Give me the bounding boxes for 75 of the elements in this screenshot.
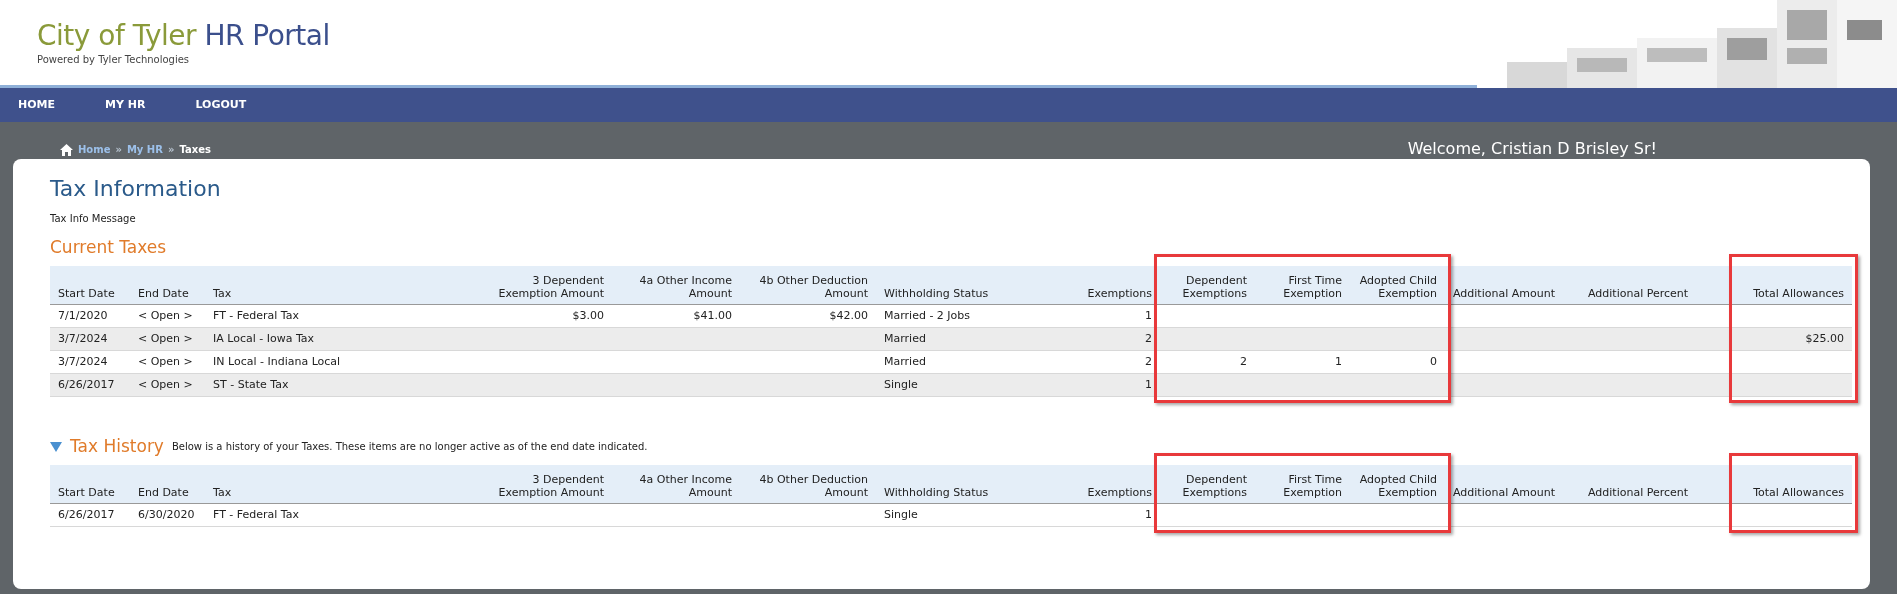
column-header: Adopted Child Exemption — [1358, 274, 1437, 300]
column-header: Exemptions — [1087, 486, 1152, 499]
page-title: Tax Information — [50, 175, 222, 203]
table-cell: ST - State Tax — [213, 377, 289, 391]
welcome-text: Welcome, Cristian D Brisley Sr! — [1407, 140, 1657, 158]
table-cell: IN Local - Indiana Local — [213, 354, 341, 368]
column-header: Dependent Exemptions — [1181, 473, 1247, 499]
column-header: 4b Other Deduction Amount — [758, 274, 868, 300]
column-header: Total Allowances — [1753, 287, 1844, 300]
table-cell: 2 — [1240, 354, 1247, 368]
column-header: First Time Exemption — [1282, 274, 1342, 300]
table-cell: 6/30/2020 — [138, 507, 195, 521]
column-header: First Time Exemption — [1282, 473, 1342, 499]
table-cell: < Open > — [138, 354, 193, 368]
table-cell: $42.00 — [829, 308, 868, 322]
column-header: Additional Amount — [1453, 287, 1555, 300]
table-cell: 2 — [1145, 331, 1152, 345]
breadcrumb-current: Taxes — [179, 143, 211, 157]
column-header: Withholding Status — [884, 486, 989, 499]
table-cell: < Open > — [138, 331, 193, 345]
table-cell: 3/7/2024 — [58, 331, 108, 345]
section-title: Current Taxes — [50, 236, 168, 258]
column-header: 4a Other Income Amount — [638, 473, 732, 499]
table-cell: 2 — [1145, 354, 1152, 368]
nav-link[interactable]: HOME — [18, 96, 56, 114]
table-cell: Married — [884, 331, 926, 345]
table-cell: 0 — [1430, 354, 1437, 368]
table-cell: 7/1/2020 — [58, 308, 108, 322]
table-cell: 1 — [1145, 377, 1152, 391]
nav-link[interactable]: LOGOUT — [195, 96, 247, 114]
table-cell: 1 — [1145, 308, 1152, 322]
table-cell: 1 — [1145, 507, 1152, 521]
table-cell: FT - Federal Tax — [213, 507, 300, 521]
column-header: Start Date — [58, 486, 115, 499]
column-header: 3 Dependent Exemption Amount — [497, 473, 604, 499]
column-header: Tax — [213, 486, 232, 499]
table-cell: 6/26/2017 — [58, 377, 115, 391]
column-header: 4a Other Income Amount — [638, 274, 732, 300]
column-header: Additional Percent — [1588, 486, 1689, 499]
column-header: Total Allowances — [1753, 486, 1844, 499]
table-cell: IA Local - Iowa Tax — [213, 331, 315, 345]
table-cell: FT - Federal Tax — [213, 308, 300, 322]
portal-subtitle: Powered by Tyler Technologies — [37, 53, 191, 67]
table-cell: 1 — [1335, 354, 1342, 368]
column-header: End Date — [138, 287, 189, 300]
table-cell: Single — [884, 377, 918, 391]
column-header: Adopted Child Exemption — [1358, 473, 1437, 499]
table-cell: 6/26/2017 — [58, 507, 115, 521]
table-cell: Single — [884, 507, 918, 521]
table-cell: $41.00 — [693, 308, 732, 322]
column-header: Tax — [213, 287, 232, 300]
info-message: Tax Info Message — [50, 212, 137, 226]
column-header: Start Date — [58, 287, 115, 300]
column-header: End Date — [138, 486, 189, 499]
table-cell: $3.00 — [572, 308, 604, 322]
nav-link[interactable]: MY HR — [105, 96, 146, 114]
column-header: Exemptions — [1087, 287, 1152, 300]
column-header: Dependent Exemptions — [1181, 274, 1247, 300]
collapse-icon[interactable] — [50, 442, 62, 452]
table-cell: Married — [884, 354, 926, 368]
breadcrumb-separator: » — [167, 143, 175, 157]
table-cell: 3/7/2024 — [58, 354, 108, 368]
table-cell: < Open > — [138, 308, 193, 322]
column-header: Additional Percent — [1588, 287, 1689, 300]
column-header: 4b Other Deduction Amount — [758, 473, 868, 499]
section-note: Below is a history of your Taxes. These items are no longer active as of the end date indicated. — [171, 440, 648, 454]
table-cell: < Open > — [138, 377, 193, 391]
column-header: 3 Dependent Exemption Amount — [497, 274, 604, 300]
table-cell: $25.00 — [1805, 331, 1844, 345]
table-cell: Married - 2 Jobs — [884, 308, 971, 322]
column-header: Withholding Status — [884, 287, 989, 300]
portal-title: City of Tyler HR Portal — [37, 20, 330, 52]
home-icon[interactable] — [60, 143, 73, 156]
column-header: Additional Amount — [1453, 486, 1555, 499]
breadcrumb-separator: » — [115, 143, 122, 157]
